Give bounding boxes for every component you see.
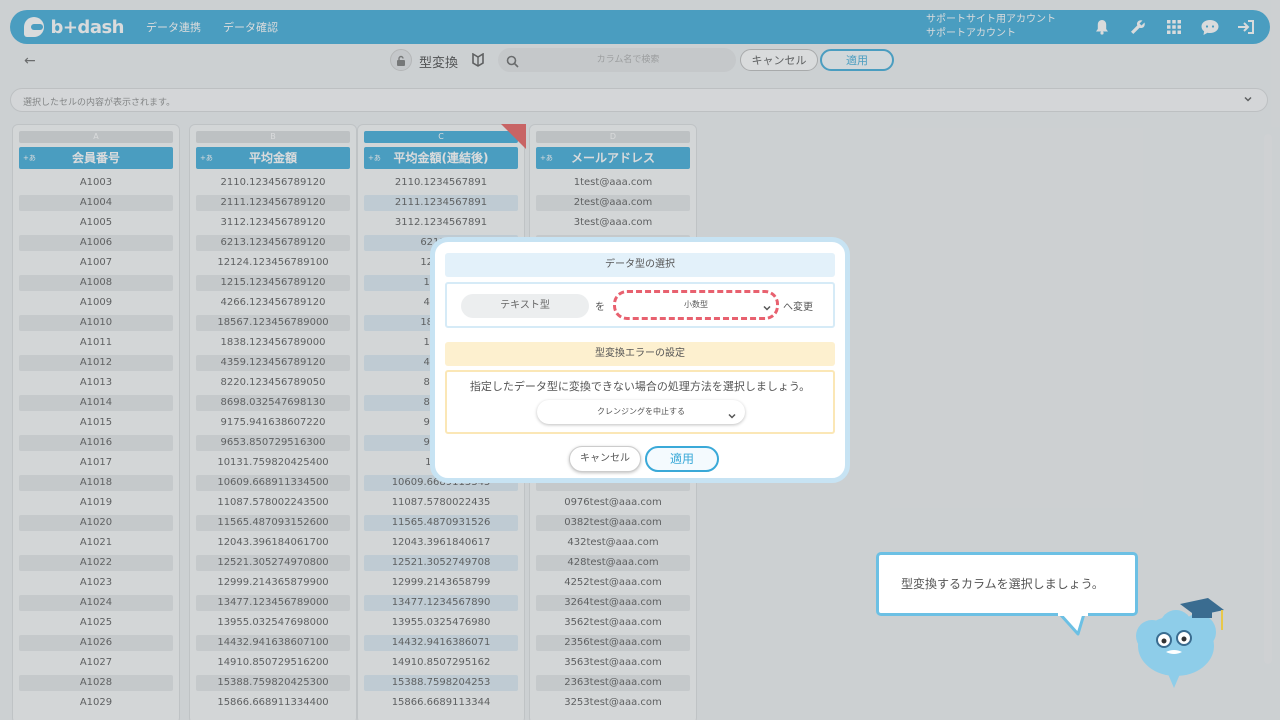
target-type-value: 小数型 [684, 300, 708, 309]
hint-text: 型変換するカラムを選択しましょう。 [901, 577, 1104, 591]
target-type-select[interactable]: 小数型 [613, 290, 779, 320]
error-setting-box: 指定したデータ型に変換できない場合の処理方法を選択しましょう。 クレンジングを中… [445, 370, 835, 434]
source-type-chip: テキスト型 [461, 294, 589, 318]
chevron-down-icon [762, 298, 772, 317]
error-handling-select[interactable]: クレンジングを中止する [537, 400, 745, 424]
data-type-section-title: データ型の選択 [445, 253, 835, 277]
hint-bubble: 型変換するカラムを選択しましょう。 [876, 552, 1138, 616]
dialog-cancel-button[interactable]: キャンセル [569, 446, 641, 472]
error-setting-section-title: 型変換エラーの設定 [445, 342, 835, 366]
error-description: 指定したデータ型に変換できない場合の処理方法を選択しましょう。 [469, 380, 811, 393]
type-conversion-dialog: データ型の選択 テキスト型 を 小数型 へ変更 型変換エラーの設定 指定したデー… [430, 237, 850, 483]
particle-wo: を [595, 302, 605, 313]
suffix-label: へ変更 [783, 302, 813, 313]
data-type-row: テキスト型 を 小数型 へ変更 [445, 282, 835, 328]
vertical-scrollbar[interactable] [1264, 134, 1272, 664]
dialog-apply-button[interactable]: 適用 [645, 446, 719, 472]
mascot-icon [1136, 598, 1224, 688]
bubble-tail-icon [1058, 612, 1088, 636]
chevron-down-icon [727, 407, 737, 431]
error-handling-value: クレンジングを中止する [597, 407, 685, 416]
